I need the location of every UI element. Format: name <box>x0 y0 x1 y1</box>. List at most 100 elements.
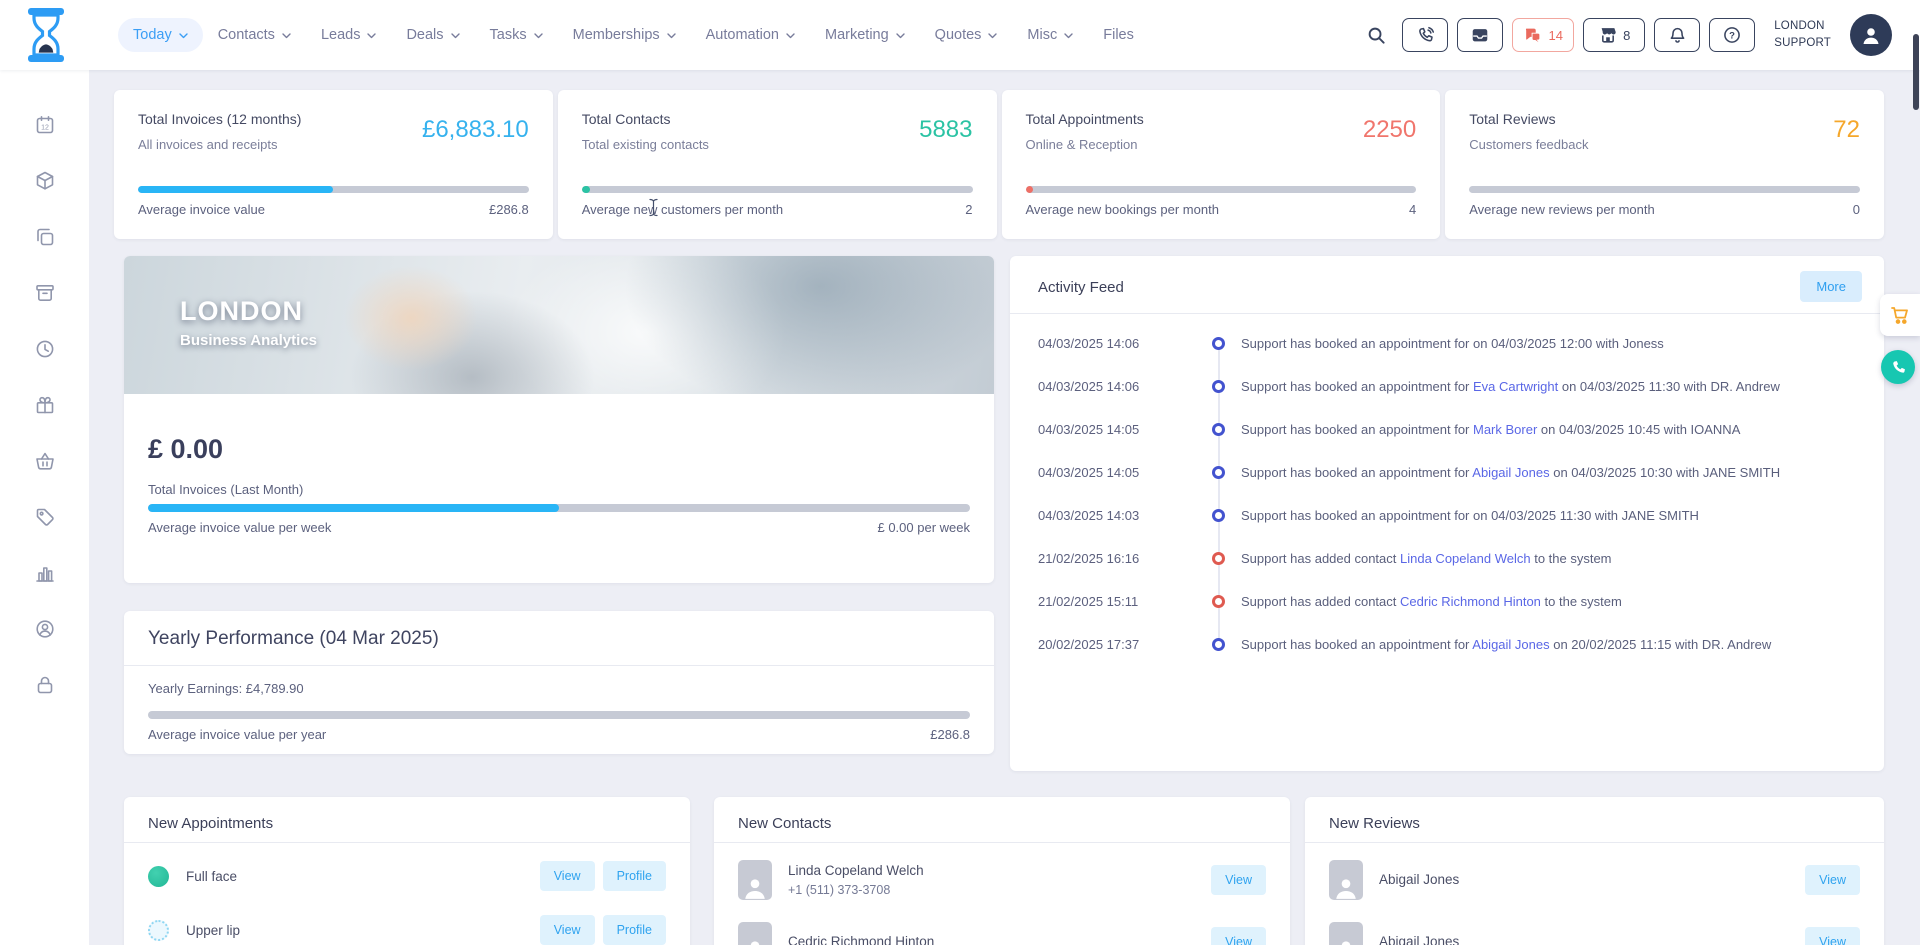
profile-button[interactable]: Profile <box>602 915 666 945</box>
stat-card: Total Invoices (12 months) All invoices … <box>114 90 553 239</box>
feed-divider <box>1010 313 1884 314</box>
feed-timestamp: 04/03/2025 14:05 <box>1038 422 1140 437</box>
feed-item: 04/03/2025 14:06 Support has booked an a… <box>1038 365 1884 408</box>
cart-icon <box>1891 307 1908 324</box>
stat-progress-bar <box>1025 186 1417 193</box>
review-info: Abigail Jones <box>1379 870 1459 890</box>
feed-item: 04/03/2025 14:06 Support has booked an a… <box>1038 322 1884 365</box>
promo-subtitle: Business Analytics <box>180 332 317 349</box>
chevron-down-icon <box>666 33 676 39</box>
main-nav-menu: Today Contacts Leads Deals Tasks Members… <box>118 0 1149 70</box>
feed-text: Support has booked an appointment for Ev… <box>1241 379 1780 394</box>
feed-timestamp: 20/02/2025 17:37 <box>1038 637 1140 652</box>
view-button[interactable]: View <box>1805 927 1860 945</box>
copy-icon[interactable] <box>34 226 56 248</box>
nav-item[interactable]: Quotes <box>920 18 1013 52</box>
contact-link[interactable]: Abigail Jones <box>1472 637 1549 652</box>
nav-item[interactable]: Tasks <box>475 18 558 52</box>
tag-icon[interactable] <box>34 506 56 528</box>
feed-text-pre: Support has added contact <box>1241 594 1401 609</box>
yearly-progress-bar <box>148 711 970 719</box>
more-button[interactable]: More <box>1800 271 1862 302</box>
search-icon[interactable] <box>1366 25 1387 46</box>
nav-item[interactable]: Today <box>118 18 203 52</box>
history-icon[interactable] <box>34 338 56 360</box>
nav-item-label: Automation <box>705 27 779 43</box>
view-button[interactable]: View <box>1211 865 1266 895</box>
account-name-line2: SUPPORT <box>1774 37 1831 49</box>
yearly-title: Yearly Performance (04 Mar 2025) <box>148 628 439 649</box>
activity-feed-card: Activity Feed More 04/03/2025 14:06 Supp… <box>1010 256 1884 771</box>
stat-progress-fill <box>581 186 590 193</box>
phone-fab-button[interactable] <box>1881 350 1915 384</box>
appointment-list-item: Full face View Profile <box>148 849 666 903</box>
account-icon[interactable] <box>34 618 56 640</box>
view-button[interactable]: View <box>539 915 595 945</box>
contact-info: Cedric Richmond Hinton <box>788 932 934 945</box>
stat-title: Total Appointments <box>1025 111 1144 127</box>
nav-item[interactable]: Deals <box>391 18 474 52</box>
basket-icon[interactable] <box>34 450 56 472</box>
help-icon: ? <box>1724 27 1741 43</box>
contact-link[interactable]: Eva Cartwright <box>1473 379 1558 394</box>
stat-footer-value: £286.8 <box>488 202 529 217</box>
nav-item[interactable]: Memberships <box>558 18 691 52</box>
lock-icon[interactable] <box>34 674 56 696</box>
contact-link[interactable]: Cedric Richmond Hinton <box>1400 594 1541 609</box>
bell-icon <box>1670 27 1685 43</box>
dashboard-page: Today Contacts Leads Deals Tasks Members… <box>0 0 1920 945</box>
nav-item[interactable]: Automation <box>691 18 810 52</box>
reviews-list: Abigail Jones View Abigail Jones View <box>1305 843 1884 945</box>
view-button[interactable]: View <box>539 861 595 891</box>
page-scrollbar[interactable] <box>1913 34 1919 110</box>
package-icon[interactable] <box>34 170 56 192</box>
stat-progress-bar <box>1469 186 1860 193</box>
contact-link[interactable]: Linda Copeland Welch <box>1400 551 1531 566</box>
contacts-list: Linda Copeland Welch +1 (511) 373-3708 V… <box>714 843 1290 945</box>
stat-footer-label: Average new customers per month <box>581 202 784 217</box>
bar-chart-icon[interactable] <box>34 562 56 584</box>
nav-item[interactable]: Marketing <box>810 18 920 52</box>
nav-item-label: Leads <box>320 27 361 43</box>
app-logo-hourglass-icon[interactable] <box>26 8 66 62</box>
inbox-button[interactable] <box>1457 18 1504 52</box>
feed-text-post: on 20/02/2025 11:15 with DR. Andrew <box>1549 637 1772 652</box>
profile-button[interactable]: Profile <box>602 861 666 891</box>
cart-fab-button[interactable] <box>1880 294 1920 336</box>
avatar <box>1329 922 1363 945</box>
chat-notifications-button[interactable]: 14 <box>1512 18 1575 52</box>
account-name: LONDON SUPPORT <box>1774 18 1831 51</box>
topbar-actions: 14 8 ? LONDON SUPPORT <box>1366 0 1892 70</box>
feed-timestamp: 21/02/2025 16:16 <box>1038 551 1140 566</box>
nav-item[interactable]: Contacts <box>203 18 306 52</box>
chevron-down-icon <box>1064 33 1073 39</box>
stat-progress-bar <box>138 186 529 193</box>
feed-item: 04/03/2025 14:05 Support has booked an a… <box>1038 451 1884 494</box>
yearly-footer-label: Average invoice value per year <box>148 727 327 742</box>
nav-item[interactable]: Leads <box>306 18 392 52</box>
stat-footer-label: Average new bookings per month <box>1025 202 1219 217</box>
feed-text-pre: Support has booked an appointment for <box>1241 637 1473 652</box>
new-appointments-title: New Appointments <box>148 815 274 832</box>
yearly-header: Yearly Performance (04 Mar 2025) <box>124 611 994 666</box>
notifications-button[interactable] <box>1654 18 1701 52</box>
nav-item-label: Tasks <box>489 27 527 43</box>
chevron-down-icon <box>450 33 460 39</box>
contact-link[interactable]: Mark Borer <box>1473 422 1537 437</box>
view-button[interactable]: View <box>1805 865 1860 895</box>
last-month-label: Total Invoices (Last Month) <box>148 482 304 497</box>
feed-item: 21/02/2025 16:16 Support has added conta… <box>1038 537 1884 580</box>
stat-value: 2250 <box>1362 116 1417 143</box>
calendar-icon[interactable]: 12 <box>34 114 56 136</box>
user-avatar[interactable] <box>1850 14 1892 56</box>
call-button[interactable] <box>1402 18 1449 52</box>
store-button[interactable]: 8 <box>1583 18 1646 52</box>
nav-item[interactable]: Misc <box>1012 18 1088 52</box>
archive-box-icon[interactable] <box>34 282 56 304</box>
contact-link[interactable]: Abigail Jones <box>1472 465 1549 480</box>
view-button[interactable]: View <box>1211 927 1266 945</box>
nav-item[interactable]: Files <box>1088 18 1149 52</box>
gift-icon[interactable] <box>34 394 56 416</box>
stat-footer-label: Average new reviews per month <box>1469 202 1655 217</box>
help-button[interactable]: ? <box>1709 18 1756 52</box>
